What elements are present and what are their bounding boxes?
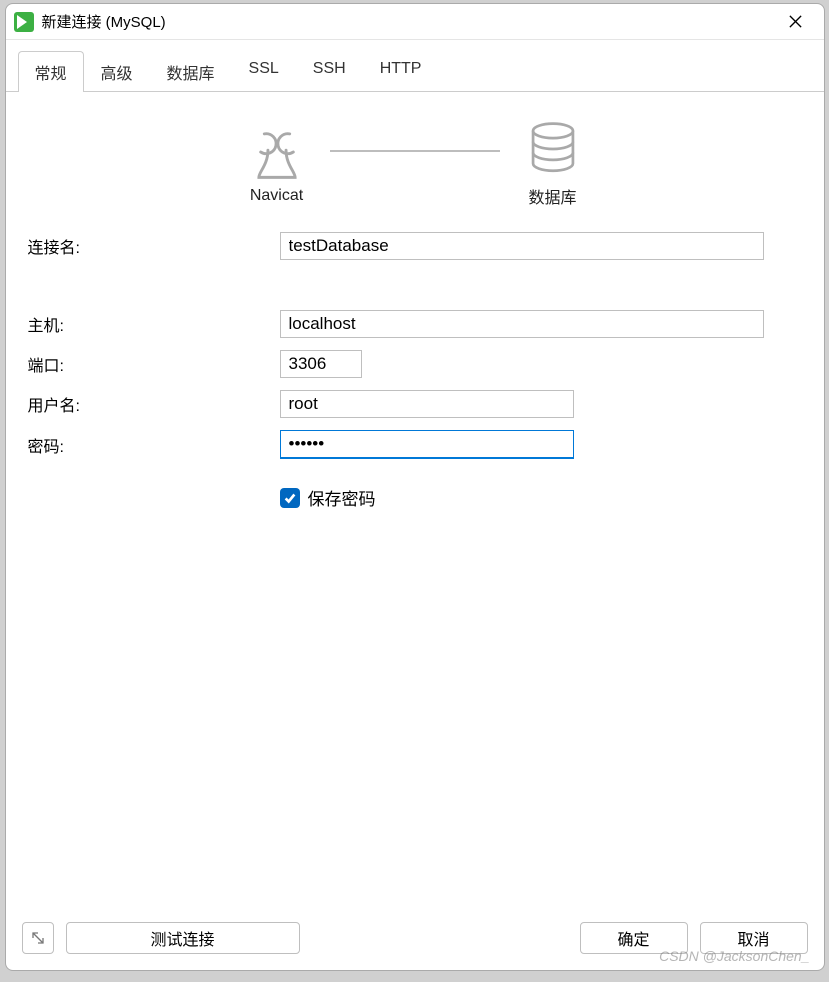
check-icon [283,491,297,505]
navicat-icon [248,123,306,181]
tab-general[interactable]: 常规 [18,51,84,92]
tab-advanced[interactable]: 高级 [84,51,150,92]
input-port[interactable] [280,350,362,378]
input-connection-name[interactable] [280,232,764,260]
input-host[interactable] [280,310,764,338]
row-username: 用户名: [28,390,802,418]
app-icon [14,12,34,32]
input-username[interactable] [280,390,574,418]
resize-icon [30,930,46,946]
tab-bar: 常规 高级 数据库 SSL SSH HTTP [6,40,824,92]
label-host: 主机: [28,312,280,336]
label-username: 用户名: [28,392,280,416]
checkbox-save-password[interactable] [280,488,300,508]
tab-database[interactable]: 数据库 [150,51,232,92]
row-password: 密码: [28,430,802,459]
close-button[interactable] [774,7,818,37]
hero-navicat-label: Navicat [250,187,303,205]
dialog-window: 新建连接 (MySQL) 常规 高级 数据库 SSL SSH HTTP [5,3,825,971]
tab-http[interactable]: HTTP [363,51,439,92]
test-connection-button[interactable]: 测试连接 [66,922,300,954]
label-save-password: 保存密码 [308,485,376,510]
row-port: 端口: [28,350,802,378]
label-connection-name: 连接名: [28,234,280,258]
row-host: 主机: [28,310,802,338]
connection-hero: Navicat 数据库 [28,120,802,208]
hero-connector-line [330,150,500,152]
ok-button[interactable]: 确定 [580,922,688,954]
tab-content: Navicat 数据库 连接名: 主机: [6,92,824,910]
label-password: 密码: [28,433,280,457]
window-title: 新建连接 (MySQL) [42,11,774,32]
row-connection-name: 连接名: [28,232,802,260]
hero-database: 数据库 [524,120,582,208]
label-port: 端口: [28,352,280,376]
row-save-password: 保存密码 [280,485,802,510]
hero-database-label: 数据库 [528,184,576,208]
close-icon [788,14,803,29]
resize-grip-button[interactable] [22,922,54,954]
input-password[interactable] [280,430,574,459]
tab-ssh[interactable]: SSH [296,51,363,92]
tab-ssl[interactable]: SSL [232,51,296,92]
hero-navicat: Navicat [248,123,306,205]
database-icon [524,120,582,178]
dialog-footer: 测试连接 确定 取消 [6,910,824,970]
titlebar: 新建连接 (MySQL) [6,4,824,40]
cancel-button[interactable]: 取消 [700,922,808,954]
